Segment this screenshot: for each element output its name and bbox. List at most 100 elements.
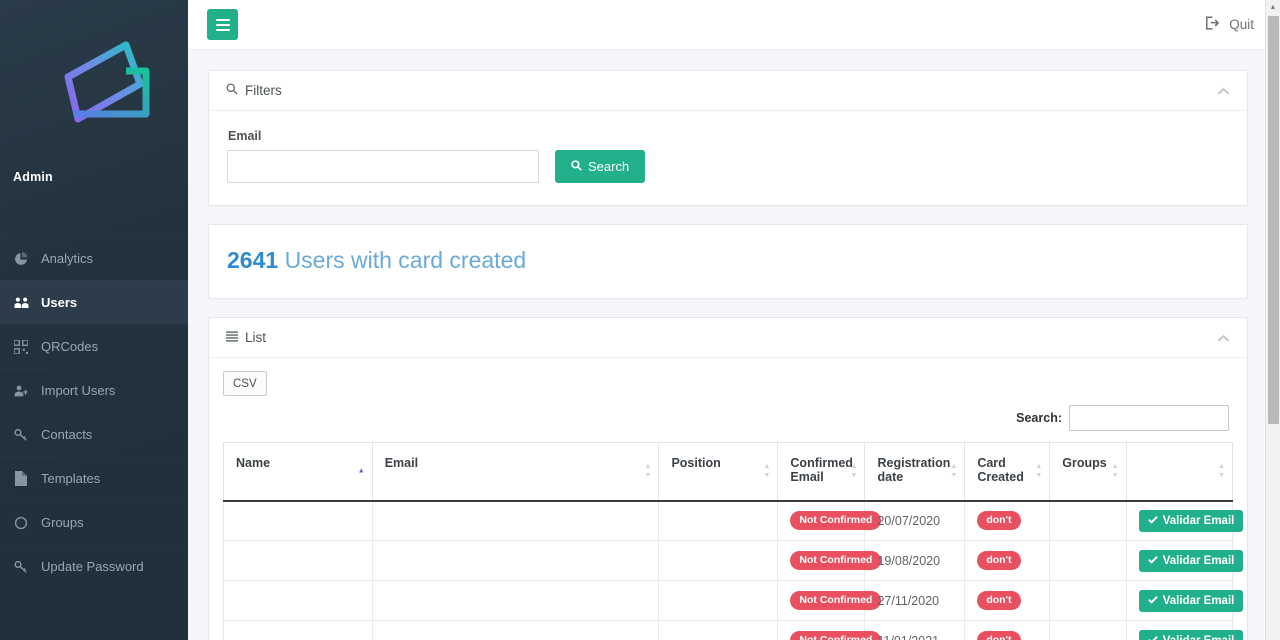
column-label: Name xyxy=(236,456,270,470)
csv-export-button[interactable]: CSV xyxy=(223,371,267,396)
validate-email-button[interactable]: Validar Email xyxy=(1139,590,1244,612)
search-button[interactable]: Search xyxy=(555,150,645,183)
check-icon xyxy=(1148,635,1158,640)
cell-confirmed-email: Not Confirmed xyxy=(778,541,865,581)
column-header-registration-date[interactable]: Registration date ▲▼ xyxy=(865,443,965,501)
file-icon xyxy=(13,471,29,486)
sidebar-item-users[interactable]: Users xyxy=(0,280,188,324)
list-icon xyxy=(226,330,238,345)
quit-button[interactable]: Quit xyxy=(1206,16,1254,33)
column-label: Email xyxy=(385,456,418,470)
sort-asc-icon: ▲ xyxy=(358,468,365,475)
sidebar-item-import-users[interactable]: Import Users xyxy=(0,368,188,412)
validate-email-label: Validar Email xyxy=(1163,555,1235,567)
list-panel-header: List xyxy=(209,318,1247,358)
sidebar-item-label: Update Password xyxy=(41,559,144,574)
users-table-head: Name ▲ Email ▲▼ Position ▲▼ xyxy=(224,443,1233,501)
sidebar-item-qrcodes[interactable]: QRCodes xyxy=(0,324,188,368)
table-row[interactable]: Not Confirmed 27/11/2020 don't Validar E… xyxy=(224,581,1233,621)
page-scrollbar[interactable]: ▲ xyxy=(1265,0,1280,640)
card-created-badge: don't xyxy=(977,511,1020,530)
check-icon xyxy=(1148,515,1158,527)
summary-panel-body: 2641 Users with card created xyxy=(209,225,1247,298)
sidebar-item-groups[interactable]: Groups xyxy=(0,500,188,544)
table-search-label: Search: xyxy=(1016,411,1062,425)
sidebar-item-label: Contacts xyxy=(41,427,92,442)
sidebar: Admin Analytics Users QRCodes xyxy=(0,0,188,640)
cell-email xyxy=(372,541,659,581)
cell-confirmed-email: Not Confirmed xyxy=(778,621,865,640)
sort-icon: ▲▼ xyxy=(950,463,957,479)
sidebar-item-update-password[interactable]: Update Password xyxy=(0,544,188,588)
sidebar-item-analytics[interactable]: Analytics xyxy=(0,236,188,280)
cell-groups xyxy=(1050,501,1126,541)
cell-card-created: don't xyxy=(965,581,1050,621)
cell-email xyxy=(372,501,659,541)
validate-email-button[interactable]: Validar Email xyxy=(1139,630,1244,640)
sort-icon: ▲▼ xyxy=(851,463,858,479)
status-badge: Not Confirmed xyxy=(790,591,881,610)
validate-email-button[interactable]: Validar Email xyxy=(1139,510,1244,532)
column-header-name[interactable]: Name ▲ xyxy=(224,443,373,501)
table-row[interactable]: Not Confirmed 20/07/2020 don't Validar E… xyxy=(224,501,1233,541)
cell-registration-date: 11/01/2021 xyxy=(865,621,965,640)
cell-confirmed-email: Not Confirmed xyxy=(778,501,865,541)
circle-icon xyxy=(13,516,29,530)
sidebar-item-label: Analytics xyxy=(41,251,93,266)
sidebar-item-templates[interactable]: Templates xyxy=(0,456,188,500)
cell-groups xyxy=(1050,581,1126,621)
cell-card-created: don't xyxy=(965,501,1050,541)
card-created-badge: don't xyxy=(977,551,1020,570)
hamburger-icon[interactable] xyxy=(207,9,238,40)
search-icon xyxy=(226,83,238,98)
cell-card-created: don't xyxy=(965,541,1050,581)
chevron-up-icon[interactable] xyxy=(1217,331,1230,345)
table-search-input[interactable] xyxy=(1069,405,1229,431)
cell-groups xyxy=(1050,621,1126,640)
cell-name xyxy=(224,621,373,640)
status-badge: Not Confirmed xyxy=(790,631,881,640)
sort-icon: ▲▼ xyxy=(763,463,770,479)
column-header-actions[interactable]: ▲▼ xyxy=(1126,443,1232,501)
scrollbar-thumb[interactable] xyxy=(1268,16,1279,424)
cell-name xyxy=(224,501,373,541)
email-filter-input[interactable] xyxy=(227,150,539,183)
cell-actions: Validar Email xyxy=(1126,581,1232,621)
sidebar-item-label: Users xyxy=(41,295,77,310)
cell-name xyxy=(224,541,373,581)
sidebar-item-contacts[interactable]: Contacts xyxy=(0,412,188,456)
cell-actions: Validar Email xyxy=(1126,621,1232,640)
status-badge: Not Confirmed xyxy=(790,511,881,530)
column-header-card-created[interactable]: Card Created ▲▼ xyxy=(965,443,1050,501)
overlapping-cards-logo-icon xyxy=(28,31,160,137)
sidebar-item-label: QRCodes xyxy=(41,339,98,354)
cell-position xyxy=(659,501,778,541)
column-header-email[interactable]: Email ▲▼ xyxy=(372,443,659,501)
column-header-confirmed-email[interactable]: Confirmed Email ▲▼ xyxy=(778,443,865,501)
sort-icon: ▲▼ xyxy=(1035,463,1042,479)
app-root: Admin Analytics Users QRCodes xyxy=(0,0,1280,640)
key-icon xyxy=(13,560,29,574)
table-row[interactable]: Not Confirmed 19/08/2020 don't Validar E… xyxy=(224,541,1233,581)
table-row[interactable]: Not Confirmed 11/01/2021 don't Validar E… xyxy=(224,621,1233,640)
users-icon xyxy=(13,296,29,310)
column-header-position[interactable]: Position ▲▼ xyxy=(659,443,778,501)
card-created-badge: don't xyxy=(977,631,1020,640)
validate-email-button[interactable]: Validar Email xyxy=(1139,550,1244,572)
column-header-groups[interactable]: Groups ▲▼ xyxy=(1050,443,1126,501)
check-icon xyxy=(1148,595,1158,607)
chevron-up-icon[interactable] xyxy=(1217,84,1230,98)
summary-text: Users with card created xyxy=(285,247,527,273)
sort-icon: ▲▼ xyxy=(645,463,652,479)
cell-position xyxy=(659,621,778,640)
scroll-up-arrow-icon[interactable]: ▲ xyxy=(1266,0,1280,15)
column-label: Card Created xyxy=(977,456,1024,484)
cell-groups xyxy=(1050,541,1126,581)
list-panel-title: List xyxy=(245,330,266,345)
sidebar-item-label: Templates xyxy=(41,471,100,486)
validate-email-label: Validar Email xyxy=(1163,515,1235,527)
hamburger-bar xyxy=(216,29,230,31)
column-label: Position xyxy=(671,456,720,470)
cell-name xyxy=(224,581,373,621)
user-plus-icon xyxy=(13,384,29,398)
